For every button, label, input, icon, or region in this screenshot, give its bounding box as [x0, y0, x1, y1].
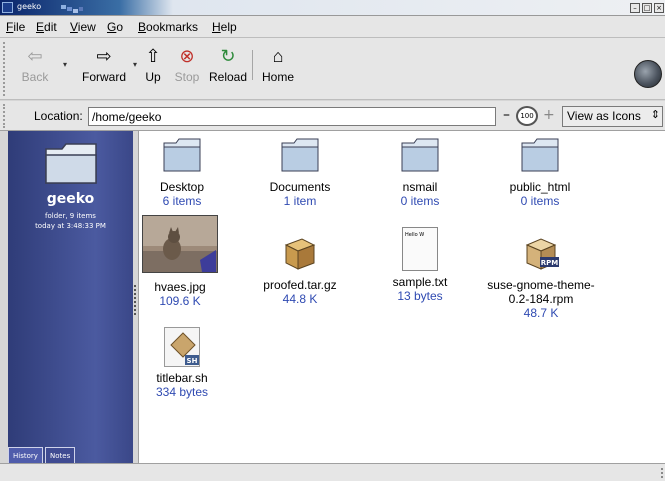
- file-info: 0 items: [400, 194, 440, 208]
- folder-icon: [281, 138, 319, 172]
- file-info: 48.7 K: [523, 306, 559, 320]
- close-button[interactable]: ×: [654, 3, 664, 13]
- toolbar-grip[interactable]: [3, 42, 8, 96]
- reload-icon: ↻: [220, 46, 236, 66]
- minimize-button[interactable]: –: [630, 3, 640, 13]
- toolbar-separator: [252, 50, 253, 80]
- forward-label: Forward: [81, 70, 126, 84]
- menu-edit[interactable]: Edit: [36, 20, 57, 34]
- location-input[interactable]: [88, 107, 496, 126]
- maximize-button[interactable]: □: [642, 3, 652, 13]
- view-as-value: View as Icons: [567, 109, 641, 123]
- location-grip[interactable]: [3, 104, 8, 128]
- menu-bookmarks[interactable]: Bookmarks: [138, 20, 198, 34]
- activity-throbber-icon: [634, 60, 662, 88]
- information-sidebar: geeko folder, 9 items today at 3:48:33 P…: [8, 131, 133, 463]
- reload-button[interactable]: ↻ Reload: [206, 44, 250, 84]
- file-item-documents[interactable]: Documents 1 item: [255, 137, 345, 208]
- file-item-hvaes-jpg[interactable]: hvaes.jpg 109.6 K: [141, 215, 219, 308]
- home-label: Home: [261, 70, 294, 84]
- back-history-dropdown[interactable]: ▾: [63, 60, 67, 69]
- file-name: nsmail: [402, 180, 438, 194]
- home-button[interactable]: ⌂ Home: [258, 44, 298, 84]
- file-item-nsmail[interactable]: nsmail 0 items: [375, 137, 465, 208]
- window-menu-icon[interactable]: [2, 2, 13, 13]
- rpm-package-icon: RPM: [525, 238, 559, 270]
- file-name: proofed.tar.gz: [263, 278, 337, 292]
- home-icon: ⌂: [272, 46, 284, 66]
- file-item-desktop[interactable]: Desktop 6 items: [139, 137, 225, 208]
- sidebar-folder-name: geeko: [46, 191, 95, 207]
- file-name: Desktop: [159, 180, 205, 194]
- text-preview-icon: Hello W: [402, 227, 438, 271]
- spinner-arrows-icon: ⇕: [650, 109, 660, 121]
- up-arrow-icon: ⇧: [145, 46, 161, 66]
- forward-history-dropdown[interactable]: ▾: [133, 60, 137, 69]
- script-diamond-icon: SH: [170, 332, 199, 365]
- archive-box-icon: [284, 238, 316, 270]
- resize-grip-icon[interactable]: [653, 468, 663, 478]
- titlebar-decoration-icon: [61, 5, 83, 13]
- folder-icon: [521, 138, 559, 172]
- file-view[interactable]: Desktop 6 items Documents 1 item nsmail …: [138, 131, 665, 463]
- sidebar-folder-info: folder, 9 items: [45, 212, 96, 220]
- menu-help[interactable]: Help: [212, 20, 237, 34]
- up-button[interactable]: ⇧ Up: [140, 44, 166, 84]
- up-label: Up: [145, 70, 161, 84]
- menu-file[interactable]: File: [6, 20, 25, 34]
- file-name: public_html: [509, 180, 571, 194]
- tab-history[interactable]: History: [8, 447, 43, 463]
- menubar: File Edit View Go Bookmarks Help: [0, 16, 665, 38]
- folder-icon: [401, 138, 439, 172]
- back-button[interactable]: ⇦ Back: [18, 44, 52, 84]
- file-item-sample-txt[interactable]: Hello W sample.txt 13 bytes: [375, 227, 465, 303]
- folder-icon: [163, 138, 201, 172]
- file-name-line-1: suse-gnome-theme-: [487, 278, 595, 292]
- file-name: titlebar.sh: [156, 371, 208, 385]
- sidebar-resize-handle[interactable]: [134, 285, 136, 315]
- stop-label: Stop: [174, 70, 200, 84]
- sidebar-folder-date: today at 3:48:33 PM: [35, 222, 106, 230]
- file-item-titlebar-sh[interactable]: SH titlebar.sh 334 bytes: [139, 327, 225, 399]
- menu-go[interactable]: Go: [107, 20, 123, 34]
- file-name: sample.txt: [392, 275, 448, 289]
- menu-view[interactable]: View: [70, 20, 96, 34]
- file-name: hvaes.jpg: [154, 280, 206, 294]
- folder-large-icon: [45, 143, 97, 184]
- tab-notes[interactable]: Notes: [45, 447, 76, 463]
- file-info: 1 item: [283, 194, 317, 208]
- zoom-level-control[interactable]: 100: [516, 106, 538, 126]
- file-info: 13 bytes: [397, 289, 443, 303]
- shell-script-icon: SH: [164, 327, 200, 367]
- file-name-line-2: 0.2-184.rpm: [508, 292, 574, 306]
- back-label: Back: [21, 70, 49, 84]
- stop-button[interactable]: ⊗ Stop: [171, 44, 203, 84]
- zoom-in-button[interactable]: +: [543, 107, 555, 123]
- file-info: 44.8 K: [282, 292, 318, 306]
- status-bar: [0, 463, 665, 481]
- location-bar: Location: – 100 + View as Icons ⇕: [0, 101, 665, 131]
- zoom-out-button[interactable]: –: [503, 108, 510, 122]
- toolbar: ⇦ Back ▾ ⇨ Forward ▾ ⇧ Up ⊗ Stop ↻ Reloa…: [0, 38, 665, 100]
- forward-arrow-icon: ⇨: [96, 46, 112, 66]
- view-as-select[interactable]: View as Icons ⇕: [562, 106, 663, 127]
- reload-label: Reload: [208, 70, 248, 84]
- file-info: 334 bytes: [155, 385, 209, 399]
- back-arrow-icon: ⇦: [27, 46, 43, 66]
- svg-text:RPM: RPM: [541, 259, 559, 267]
- file-info: 6 items: [162, 194, 202, 208]
- svg-text:SH: SH: [187, 357, 198, 365]
- window-titlebar[interactable]: geeko – □ ×: [0, 0, 665, 16]
- file-item-public-html[interactable]: public_html 0 items: [495, 137, 585, 208]
- stop-icon: ⊗: [179, 46, 195, 66]
- forward-button[interactable]: ⇨ Forward: [76, 44, 132, 84]
- file-name: Documents: [269, 180, 331, 194]
- location-label: Location:: [34, 109, 83, 123]
- image-thumbnail-icon: [142, 215, 218, 273]
- file-item-proofed-tar-gz[interactable]: proofed.tar.gz 44.8 K: [255, 235, 345, 306]
- file-info: 109.6 K: [159, 294, 201, 308]
- window-title: geeko: [17, 2, 42, 11]
- file-item-suse-rpm[interactable]: RPM suse-gnome-theme- 0.2-184.rpm 48.7 K: [479, 235, 603, 320]
- file-info: 0 items: [520, 194, 560, 208]
